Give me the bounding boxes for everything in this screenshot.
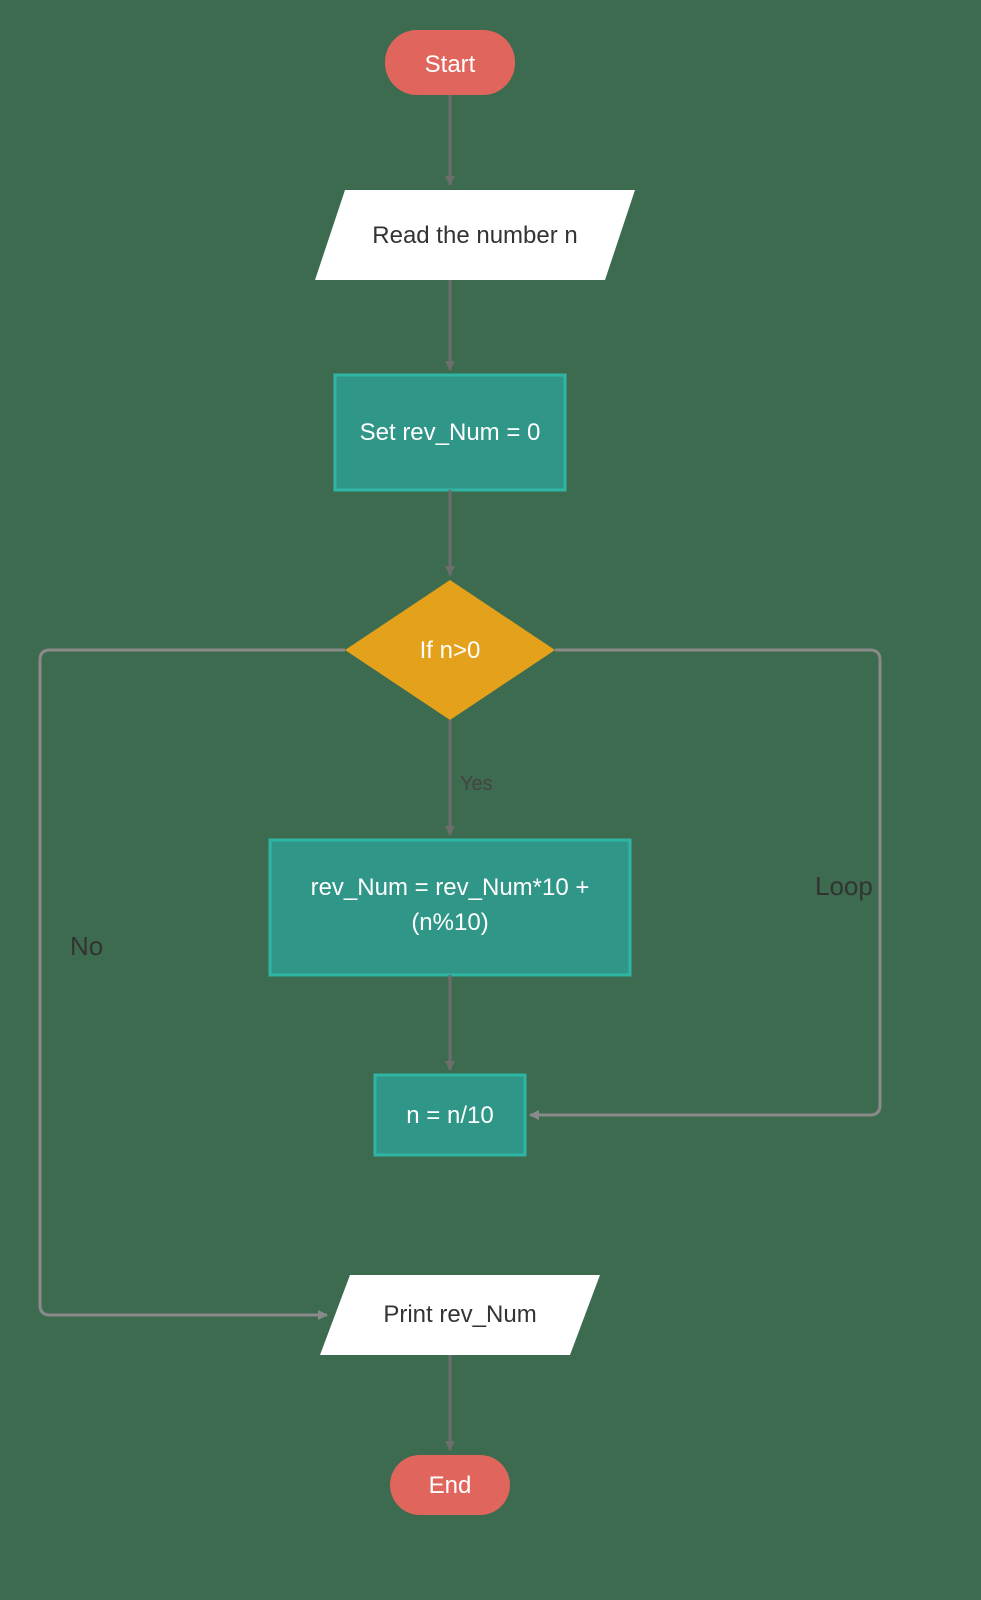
calc-label-line1: rev_Num = rev_Num*10 + — [311, 874, 590, 901]
decision-node: If n>0 — [345, 580, 555, 720]
divide-label: n = n/10 — [406, 1102, 493, 1129]
init-label: Set rev_Num = 0 — [360, 419, 541, 446]
edge-loop-label: Loop — [815, 871, 873, 901]
init-node: Set rev_Num = 0 — [335, 375, 565, 490]
edge-decision-no — [40, 650, 345, 1315]
edge-no-label: No — [70, 931, 103, 961]
end-node: End — [390, 1455, 510, 1515]
end-label: End — [429, 1472, 472, 1499]
edge-yes-label: Yes — [460, 773, 493, 795]
print-node: Print rev_Num — [320, 1275, 600, 1355]
calc-label-line2: (n%10) — [411, 909, 488, 936]
decision-label: If n>0 — [420, 637, 481, 664]
start-node: Start — [385, 30, 515, 95]
divide-node: n = n/10 — [375, 1075, 525, 1155]
read-node: Read the number n — [315, 190, 635, 280]
read-label: Read the number n — [372, 222, 577, 249]
calc-node: rev_Num = rev_Num*10 + (n%10) — [270, 840, 630, 975]
flowchart-canvas: Start Read the number n Set rev_Num = 0 … — [0, 0, 981, 1600]
start-label: Start — [425, 51, 476, 78]
print-label: Print rev_Num — [383, 1301, 536, 1328]
